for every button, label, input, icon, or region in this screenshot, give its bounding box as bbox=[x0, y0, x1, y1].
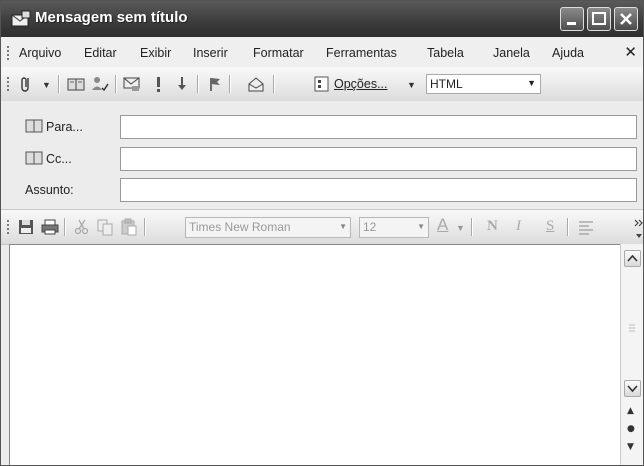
message-icon bbox=[11, 10, 31, 28]
browse-object-icon[interactable]: ● bbox=[627, 424, 635, 434]
standard-toolbar: ▼ Opções... ▼ HTML ▼ bbox=[1, 67, 643, 102]
format-grip-handle[interactable] bbox=[7, 218, 10, 236]
cut-icon[interactable] bbox=[73, 218, 91, 236]
toolbar-separator bbox=[229, 75, 231, 93]
menu-editar[interactable]: Editar bbox=[84, 46, 117, 60]
attach-icon[interactable] bbox=[18, 75, 36, 93]
next-page-icon[interactable]: ▼ bbox=[627, 442, 634, 452]
importance-high-icon[interactable] bbox=[149, 75, 167, 93]
chevron-down-icon: ▼ bbox=[417, 222, 425, 231]
bold-button[interactable]: N bbox=[487, 218, 498, 235]
font-size-select[interactable]: 12 ▼ bbox=[359, 217, 429, 238]
options-button[interactable]: Opções... bbox=[334, 77, 388, 91]
font-color-dropdown-icon[interactable]: ▼ bbox=[456, 223, 465, 233]
toolbar-separator bbox=[471, 218, 473, 236]
menu-grip-handle[interactable] bbox=[7, 44, 10, 62]
scroll-thumb-grip[interactable] bbox=[629, 320, 635, 334]
menu-exibir[interactable]: Exibir bbox=[140, 46, 171, 60]
align-left-icon[interactable] bbox=[577, 218, 595, 236]
italic-button[interactable]: I bbox=[516, 218, 521, 235]
address-book-icon bbox=[25, 151, 43, 168]
options-icon[interactable] bbox=[313, 75, 331, 93]
toolbar-separator bbox=[58, 75, 60, 93]
message-format-value: HTML bbox=[430, 77, 463, 91]
vertical-scrollbar[interactable]: ▲ ● ▼ bbox=[620, 244, 643, 465]
email-options-icon[interactable] bbox=[123, 75, 141, 93]
cc-field[interactable] bbox=[120, 147, 637, 171]
font-size-value: 12 bbox=[363, 220, 377, 234]
flag-icon[interactable] bbox=[206, 75, 224, 93]
scroll-up-button[interactable] bbox=[624, 250, 641, 267]
maximize-button[interactable] bbox=[587, 7, 611, 31]
to-button[interactable]: Para... bbox=[25, 117, 83, 137]
font-name-value: Times New Roman bbox=[189, 220, 291, 234]
chevron-down-icon: ▼ bbox=[527, 78, 536, 88]
copy-icon[interactable] bbox=[96, 218, 114, 236]
attach-dropdown-icon[interactable]: ▼ bbox=[42, 80, 51, 90]
menu-tabela[interactable]: Tabela bbox=[427, 46, 464, 60]
menu-ferramentas[interactable]: Ferramentas bbox=[326, 46, 397, 60]
permission-envelope-icon[interactable] bbox=[247, 75, 265, 93]
close-window-button[interactable] bbox=[614, 7, 638, 31]
check-names-icon[interactable] bbox=[91, 75, 109, 93]
menu-janela[interactable]: Janela bbox=[493, 46, 530, 60]
cc-label: Cc... bbox=[46, 152, 72, 166]
chevron-down-icon: ▼ bbox=[339, 222, 347, 231]
toolbar-overflow-icon[interactable] bbox=[633, 218, 643, 238]
cc-button[interactable]: Cc... bbox=[25, 149, 72, 169]
toolbar-separator bbox=[115, 75, 117, 93]
message-body[interactable] bbox=[9, 244, 621, 465]
address-book-icon bbox=[25, 119, 43, 136]
underline-button[interactable]: S bbox=[546, 218, 554, 235]
toolbar-separator bbox=[64, 218, 66, 236]
menu-arquivo[interactable]: Arquivo bbox=[19, 46, 61, 60]
title-bar[interactable]: Mensagem sem título bbox=[1, 1, 643, 37]
menu-inserir[interactable]: Inserir bbox=[193, 46, 228, 60]
window-title: Mensagem sem título bbox=[35, 9, 188, 26]
to-label: Para... bbox=[46, 120, 83, 134]
font-color-icon[interactable]: A bbox=[437, 215, 448, 235]
to-field[interactable] bbox=[120, 115, 637, 139]
paste-icon[interactable] bbox=[120, 218, 138, 236]
menu-ajuda[interactable]: Ajuda bbox=[552, 46, 584, 60]
close-icon[interactable]: ✕ bbox=[624, 43, 637, 61]
minimize-button[interactable] bbox=[560, 7, 584, 31]
previous-page-icon[interactable]: ▲ bbox=[627, 406, 634, 416]
toolbar-separator bbox=[144, 218, 146, 236]
save-icon[interactable] bbox=[17, 218, 35, 236]
message-window: Mensagem sem título Arquivo Editar Exibi… bbox=[0, 0, 644, 466]
formatting-toolbar: Times New Roman ▼ 12 ▼ A ▼ N I S bbox=[1, 209, 643, 245]
toolbar-separator bbox=[273, 75, 275, 93]
toolbar-separator bbox=[197, 75, 199, 93]
address-book-icon[interactable] bbox=[67, 75, 85, 93]
print-icon[interactable] bbox=[41, 218, 59, 236]
menu-bar: Arquivo Editar Exibir Inserir Formatar F… bbox=[1, 37, 643, 68]
subject-field[interactable] bbox=[120, 178, 637, 202]
subject-label: Assunto: bbox=[25, 183, 74, 197]
importance-low-icon[interactable] bbox=[173, 75, 191, 93]
address-area: Para... Cc... Assunto: bbox=[1, 101, 643, 209]
message-format-select[interactable]: HTML ▼ bbox=[426, 74, 541, 94]
font-name-select[interactable]: Times New Roman ▼ bbox=[185, 217, 351, 238]
options-dropdown-icon[interactable]: ▼ bbox=[407, 80, 416, 90]
toolbar-grip-handle[interactable] bbox=[7, 75, 10, 93]
scroll-down-button[interactable] bbox=[624, 380, 641, 397]
menu-formatar[interactable]: Formatar bbox=[253, 46, 304, 60]
toolbar-separator bbox=[567, 218, 569, 236]
